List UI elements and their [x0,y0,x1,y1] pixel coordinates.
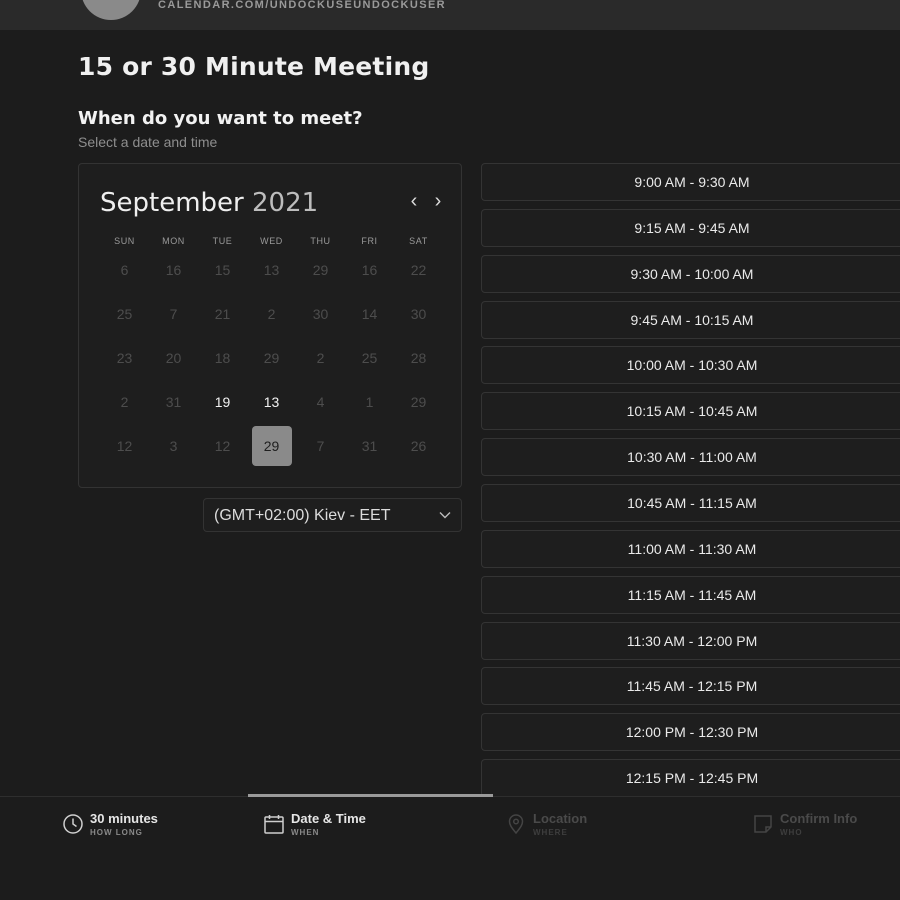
calendar-day: 16 [361,262,378,278]
page-title: 15 or 30 Minute Meeting [78,52,430,81]
weekday-label: SUN [114,236,135,246]
time-slot-button[interactable]: 11:00 AM - 11:30 AM [481,529,900,568]
date-picker: September 2021 ‹ › SUN MON TUE WED THU FRI SAT… [78,163,462,488]
time-slot-label: 11:30 AM - 12:00 PM [626,632,758,649]
time-slot-label: 11:00 AM - 11:30 AM [627,540,757,557]
time-slot-label: 9:30 AM - 10:00 AM [630,265,754,282]
calendar-day: 22 [410,262,427,278]
location-pin-icon [508,814,524,835]
time-slot-label: 12:00 PM - 12:30 PM [625,724,759,741]
calendar-day: 23 [116,350,133,366]
step-label: 30 minutes [90,811,158,826]
time-slot-label: 9:00 AM - 9:30 AM [634,174,750,190]
calendar-day[interactable]: 13 [252,382,292,422]
calendar-day: 15 [214,262,231,278]
time-slot-label: 9:45 AM - 10:15 AM [630,311,754,328]
weekday-label: MON [162,236,185,246]
calendar-day: 30 [312,306,329,322]
calendar-day: 4 [316,394,325,410]
calendar-day: 13 [263,262,280,278]
calendar-day: 29 [312,262,329,278]
time-slot-button[interactable]: 10:30 AM - 11:00 AM [481,438,900,477]
top-bar: CALENDAR.COM/UNDOCKUSEUNDOCKUSER [0,0,900,30]
time-slot-button[interactable]: 9:15 AM - 9:45 AM [481,208,900,247]
note-icon [754,815,772,833]
time-slot-label: 11:45 AM - 12:15 PM [626,678,758,695]
calendar-day: 29 [263,350,280,366]
time-slot-button[interactable]: 9:00 AM - 9:30 AM [481,163,900,201]
step-sublabel: WHEN [291,828,320,837]
calendar-day: 26 [410,438,427,454]
chevron-down-icon [439,512,451,519]
calendar-day: 29 [410,394,427,410]
time-slot-label: 10:30 AM - 11:00 AM [627,449,757,466]
calendar-year: 2021 [251,188,319,218]
calendar-day: 21 [214,306,231,322]
weekday-label: WED [260,236,283,246]
calendar-day: 2 [316,350,325,366]
calendar-month-label: September 2021 [100,188,318,218]
calendar-month: September [100,188,244,218]
calendar-day: 1 [365,394,374,410]
time-slot-button[interactable]: 10:00 AM - 10:30 AM [481,346,900,385]
step-sublabel: WHO [780,828,803,837]
weekday-label: TUE [212,236,233,246]
calendar-day: 12 [116,438,133,454]
step-sublabel: HOW LONG [90,828,143,837]
time-slot-label: 10:15 AM - 10:45 AM [626,403,758,420]
time-slot-button[interactable]: 12:15 PM - 12:45 PM [481,759,900,798]
timezone-label: (GMT+02:00) Kiev - EET [214,507,391,524]
time-slot-button[interactable]: 12:00 PM - 12:30 PM [481,713,900,752]
step-label: Confirm Info [780,811,858,826]
calendar-day: 14 [361,306,378,322]
calendar-day: 2 [120,394,129,410]
clock-icon [63,814,83,834]
time-slot-label: 9:15 AM - 9:45 AM [634,219,750,236]
time-slot-label: 12:15 PM - 12:45 PM [625,770,759,787]
calendar-day: 7 [169,306,178,322]
calendar-day: 20 [165,350,182,366]
calendar-day: 18 [214,350,231,366]
timezone-select[interactable]: (GMT+02:00) Kiev - EET [203,498,462,532]
calendar-day-selected[interactable]: 29 [251,426,292,466]
time-slot-button[interactable]: 10:15 AM - 10:45 AM [481,392,900,431]
calendar-day: 6 [120,262,129,278]
profile-url: CALENDAR.COM/UNDOCKUSEUNDOCKUSER [158,0,447,11]
time-slot-button[interactable]: 11:15 AM - 11:45 AM [481,575,900,614]
time-slot-button[interactable]: 11:30 AM - 12:00 PM [481,621,900,660]
calendar-day: 3 [169,438,178,454]
time-slot-button[interactable]: 10:45 AM - 11:15 AM [481,483,900,522]
calendar-day: 12 [214,438,231,454]
calendar-day: 31 [165,394,182,410]
step-progress-indicator [248,794,493,797]
section-subtitle: Select a date and time [78,134,218,150]
step-sublabel: WHERE [533,828,568,837]
chevron-left-icon[interactable]: ‹ [405,191,423,212]
calendar-day: 25 [361,350,378,366]
time-slot-label: 10:45 AM - 11:15 AM [627,494,757,511]
chevron-right-icon[interactable]: › [429,191,447,212]
time-slot-label: 11:15 AM - 11:45 AM [627,586,757,603]
weekday-label: SAT [409,236,428,246]
weekday-label: FRI [361,236,378,246]
time-slot-button[interactable]: 9:45 AM - 10:15 AM [481,300,900,339]
time-slot-button[interactable]: 9:30 AM - 10:00 AM [481,254,900,293]
calendar-day[interactable]: 19 [203,382,243,422]
calendar-day: 2 [267,306,276,322]
calendar-day: 25 [116,306,133,322]
calendar-day: 7 [316,438,325,454]
time-slot-label: 10:00 AM - 10:30 AM [626,357,758,374]
step-label: Date & Time [291,811,366,826]
calendar-day: 31 [361,438,378,454]
time-slot-button[interactable]: 11:45 AM - 12:15 PM [481,667,900,706]
calendar-icon [264,815,284,834]
calendar-day: 16 [165,262,182,278]
calendar-day: 30 [410,306,427,322]
booking-steps-bar: 30 minutes HOW LONG Date & Time WHEN Loc… [0,794,900,900]
step-label: Location [533,811,588,826]
calendar-day: 28 [410,350,427,366]
avatar [81,0,141,20]
weekday-label: THU [310,236,331,246]
section-title: When do you want to meet? [78,108,363,129]
